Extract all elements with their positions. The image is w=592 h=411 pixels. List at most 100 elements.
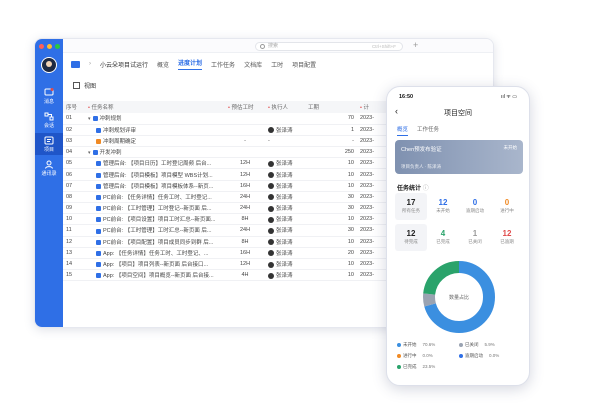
task-name-cell[interactable]: ▾ 冲刺规划 bbox=[85, 113, 225, 125]
tab-docs[interactable]: 文档库 bbox=[244, 60, 262, 69]
hours-cell[interactable]: 16H bbox=[225, 247, 265, 259]
grid-view-icon[interactable] bbox=[73, 81, 80, 89]
tab-tasks[interactable]: 工作任务 bbox=[417, 125, 439, 136]
duration-cell[interactable]: - bbox=[305, 135, 357, 148]
duration-cell[interactable]: 10 bbox=[305, 168, 357, 181]
maximize-dot[interactable] bbox=[55, 44, 60, 49]
sidebar-item-messages[interactable]: 消息 bbox=[35, 85, 63, 107]
owner-cell[interactable]: 张泽涛 bbox=[265, 168, 305, 181]
owner-cell[interactable] bbox=[265, 146, 305, 159]
duration-cell[interactable]: 10 bbox=[305, 258, 357, 271]
tab-overview[interactable]: 概览 bbox=[157, 60, 169, 69]
stat-cell[interactable]: 1 已关闭 bbox=[459, 224, 491, 251]
table-row[interactable]: 06 管理后台: 【项目模板】项目模型 WBS计划... 12H 张泽涛 10 2023- bbox=[63, 168, 403, 181]
hours-cell[interactable]: 12H bbox=[225, 168, 265, 181]
tab-overview[interactable]: 概览 bbox=[397, 125, 409, 136]
hours-cell[interactable] bbox=[225, 146, 265, 159]
owner-cell[interactable] bbox=[265, 113, 305, 125]
hours-cell[interactable]: 24H bbox=[225, 191, 265, 204]
stat-cell[interactable]: 0 进行中 bbox=[491, 193, 523, 220]
window-controls[interactable] bbox=[39, 44, 60, 49]
table-row[interactable]: 12 PC前台: 【项目配置】项目成员同步到群 后... 8H 张泽涛 10 2023- bbox=[63, 236, 403, 248]
task-name-cell[interactable]: App: 【任务详情】任务工时、工时登记、... bbox=[85, 247, 225, 259]
table-row[interactable]: 08 PC前台: 【任务详情】任务工时、工时登记... 24H 张泽涛 30 2023- bbox=[63, 191, 403, 204]
project-name[interactable]: 小云朵项目试运行 bbox=[100, 60, 148, 69]
add-icon[interactable]: + bbox=[413, 40, 418, 50]
task-name-cell[interactable]: 管理后台: 【项目模板】项目模型 WBS计划... bbox=[85, 168, 225, 181]
task-name-cell[interactable]: ▾ 开发冲刺 bbox=[85, 146, 225, 159]
collapse-icon[interactable]: ▾ bbox=[88, 116, 91, 122]
sidebar-item-project[interactable]: 项目 bbox=[35, 133, 63, 155]
hours-cell[interactable]: 4H bbox=[225, 269, 265, 282]
table-row[interactable]: 04 ▾ 开发冲刺 250 2023- bbox=[63, 146, 403, 159]
stat-cell[interactable]: 0 逾期启动 bbox=[459, 193, 491, 220]
stat-cell[interactable]: 17 所有任务 bbox=[395, 193, 427, 220]
duration-cell[interactable]: 30 bbox=[305, 202, 357, 215]
owner-cell[interactable]: 张泽涛 bbox=[265, 191, 305, 204]
table-row[interactable]: 02 冲刺规划评审 张泽涛 1 2023- bbox=[63, 124, 403, 136]
view-label[interactable]: 视图 bbox=[84, 81, 96, 90]
task-name-cell[interactable]: PC前台: 【工时管理】工时汇总--新页面 后... bbox=[85, 224, 225, 237]
owner-cell[interactable]: - bbox=[265, 135, 305, 148]
hours-cell[interactable] bbox=[225, 124, 265, 136]
hours-cell[interactable]: 8H bbox=[225, 213, 265, 226]
stat-cell[interactable]: 4 已完成 bbox=[427, 224, 459, 251]
task-name-cell[interactable]: 管理后台: 【项目模板】项目模板体系--新页... bbox=[85, 180, 225, 192]
tab-tasks[interactable]: 工作任务 bbox=[211, 60, 235, 69]
owner-cell[interactable]: 张泽涛 bbox=[265, 236, 305, 248]
task-name-cell[interactable]: 冲刺规划评审 bbox=[85, 124, 225, 136]
table-row[interactable]: 11 PC前台: 【工时管理】工时汇总--新页面 后... 24H 张泽涛 30 2023… bbox=[63, 224, 403, 237]
owner-cell[interactable]: 张泽涛 bbox=[265, 180, 305, 192]
owner-cell[interactable]: 张泽涛 bbox=[265, 202, 305, 215]
close-dot[interactable] bbox=[39, 44, 44, 49]
owner-cell[interactable]: 张泽涛 bbox=[265, 213, 305, 226]
hours-cell[interactable]: 12H bbox=[225, 157, 265, 170]
sidebar-item-chat[interactable]: 会话 bbox=[35, 109, 63, 131]
avatar[interactable] bbox=[41, 57, 57, 73]
table-row[interactable]: 01 ▾ 冲刺规划 70 2023- bbox=[63, 113, 403, 125]
hours-cell[interactable]: 8H bbox=[225, 236, 265, 248]
table-row[interactable]: 07 管理后台: 【项目模板】项目模板体系--新页... 16H 张泽涛 10 2023- bbox=[63, 180, 403, 192]
sidebar-item-contacts[interactable]: 通讯录 bbox=[35, 157, 63, 179]
duration-cell[interactable]: 30 bbox=[305, 191, 357, 204]
table-row[interactable]: 05 管理后台: 【项目日历】工时登记周频 后台... 12H 张泽涛 10 2023- bbox=[63, 157, 403, 170]
table-row[interactable]: 10 PC前台: 【项目设置】项目工时汇总--新页面... 8H 张泽涛 10 2023- bbox=[63, 213, 403, 226]
duration-cell[interactable]: 10 bbox=[305, 236, 357, 248]
task-name-cell[interactable]: PC前台: 【任务详情】任务工时、工时登记... bbox=[85, 191, 225, 204]
search-input[interactable]: 搜索 Ctrl+Shift+F bbox=[255, 42, 403, 51]
stat-cell[interactable]: 12 待完成 bbox=[395, 224, 427, 251]
owner-cell[interactable]: 张泽涛 bbox=[265, 247, 305, 259]
duration-cell[interactable]: 30 bbox=[305, 224, 357, 237]
duration-cell[interactable]: 70 bbox=[305, 113, 357, 125]
duration-cell[interactable]: 1 bbox=[305, 124, 357, 136]
stat-cell[interactable]: 12 未开始 bbox=[427, 193, 459, 220]
tab-settings[interactable]: 项目配置 bbox=[292, 60, 316, 69]
task-name-cell[interactable]: PC前台: 【项目配置】项目成员同步到群 后... bbox=[85, 236, 225, 248]
task-name-cell[interactable]: PC前台: 【项目设置】项目工时汇总--新页面... bbox=[85, 213, 225, 226]
owner-cell[interactable]: 张泽涛 bbox=[265, 269, 305, 282]
duration-cell[interactable]: 250 bbox=[305, 146, 357, 159]
stat-cell[interactable]: 12 已逾期 bbox=[491, 224, 523, 251]
info-icon[interactable]: ⓘ bbox=[423, 186, 429, 192]
duration-cell[interactable]: 10 bbox=[305, 213, 357, 226]
tab-schedule[interactable]: 进度计划 bbox=[178, 58, 203, 70]
hours-cell[interactable] bbox=[225, 113, 265, 125]
collapse-icon[interactable]: ▾ bbox=[88, 150, 91, 156]
table-row[interactable]: 14 App: 【项目】项目列表--新页面 后台接口... 12H 张泽涛 10 2023… bbox=[63, 258, 403, 271]
owner-cell[interactable]: 张泽涛 bbox=[265, 258, 305, 271]
table-row[interactable]: 09 PC前台: 【工时管理】工时登记--新页面 后... 24H 张泽涛 30 2023… bbox=[63, 202, 403, 215]
hours-cell[interactable]: 24H bbox=[225, 224, 265, 237]
table-row[interactable]: 15 App: 【项目空间】项目概览--新页面 后台接... 4H 张泽涛 10 2023… bbox=[63, 269, 403, 282]
task-name-cell[interactable]: 管理后台: 【项目日历】工时登记周频 后台... bbox=[85, 157, 225, 170]
project-banner[interactable]: Chen预发布验证 未开始 项目负责人 · 陈泽涛 bbox=[395, 140, 523, 174]
table-row[interactable]: 03 冲刺周期确定 - - -2023- bbox=[63, 135, 403, 148]
duration-cell[interactable]: 20 bbox=[305, 247, 357, 259]
hours-cell[interactable]: 16H bbox=[225, 180, 265, 192]
hours-cell[interactable]: 12H bbox=[225, 258, 265, 271]
owner-cell[interactable]: 张泽涛 bbox=[265, 124, 305, 136]
duration-cell[interactable]: 10 bbox=[305, 269, 357, 282]
table-row[interactable]: 13 App: 【任务详情】任务工时、工时登记、... 16H 张泽涛 20 2023- bbox=[63, 247, 403, 259]
minimize-dot[interactable] bbox=[47, 44, 52, 49]
task-name-cell[interactable]: App: 【项目空间】项目概览--新页面 后台接... bbox=[85, 269, 225, 282]
task-name-cell[interactable]: PC前台: 【工时管理】工时登记--新页面 后... bbox=[85, 202, 225, 215]
